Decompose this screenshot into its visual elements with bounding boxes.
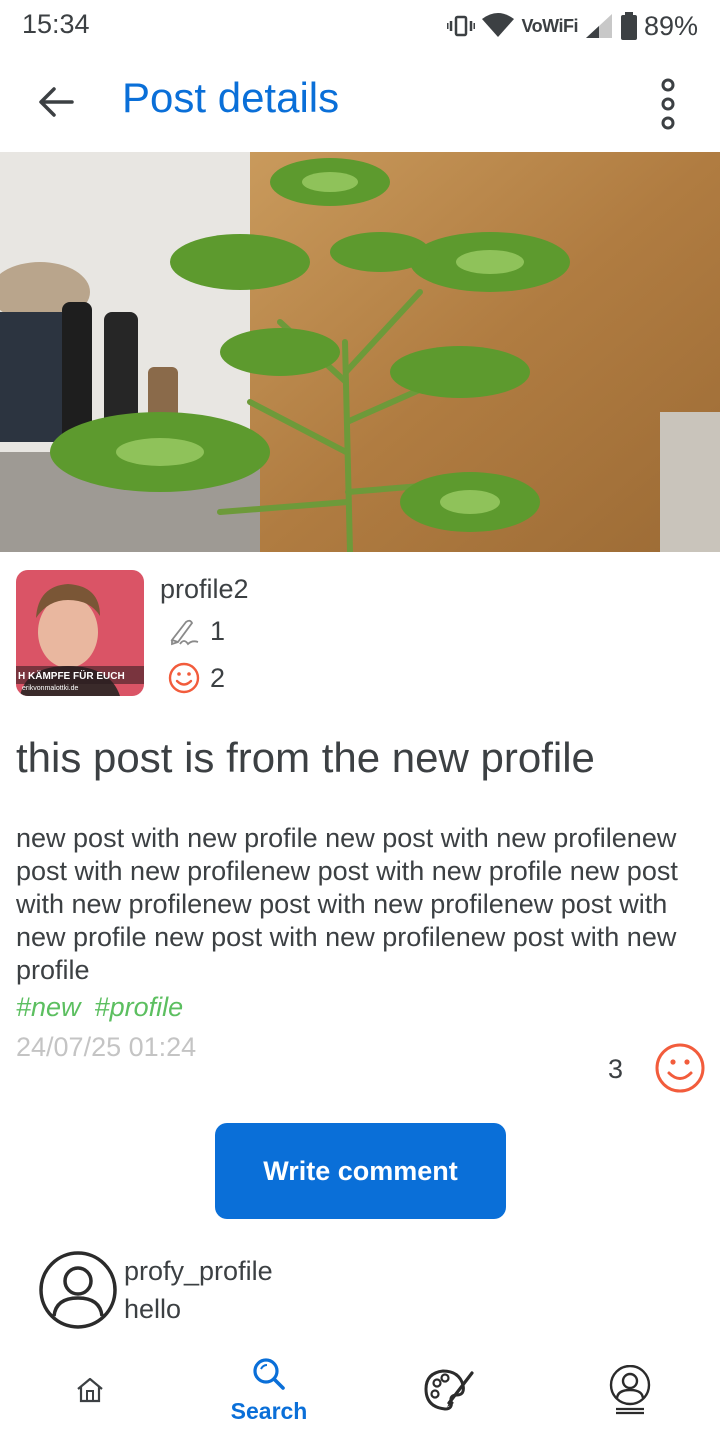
author-posts-stat: 1 (168, 616, 225, 647)
like-button[interactable] (654, 1042, 706, 1094)
status-icons: VoWiFi 89% (447, 9, 698, 43)
tag-profile[interactable]: #profile (95, 992, 184, 1023)
battery-icon (620, 12, 638, 40)
bottom-nav: Search (0, 1340, 720, 1440)
smiley-icon (168, 662, 200, 694)
nav-art[interactable] (389, 1340, 509, 1440)
page-title: Post details (122, 74, 340, 121)
profile-icon (609, 1365, 651, 1415)
search-icon (253, 1357, 285, 1390)
avatar-banner-text: H KÄMPFE FÜR EUCH (18, 669, 125, 682)
author-block: H KÄMPFE FÜR EUCH erikvonmalottki.de pro… (16, 570, 706, 700)
nav-search-label: Search (230, 1397, 308, 1424)
status-bar: 15:34 VoWiFi 89% (0, 0, 720, 52)
comment-author[interactable]: profy_profile (124, 1256, 273, 1287)
wifi-icon (481, 13, 515, 39)
tag-new[interactable]: #new (16, 992, 81, 1023)
commenter-avatar[interactable] (38, 1250, 118, 1330)
nav-profile[interactable] (570, 1340, 690, 1440)
back-button[interactable] (26, 72, 86, 132)
palette-icon (424, 1369, 474, 1411)
post-body: new post with new profile new post with … (16, 823, 678, 985)
write-comment-button[interactable]: Write comment (215, 1123, 506, 1219)
nav-search[interactable]: Search (209, 1340, 329, 1440)
smiley-icon (655, 1043, 705, 1093)
avatar-banner-url: erikvonmalottki.de (22, 685, 79, 692)
comment-text: hello (124, 1294, 182, 1324)
author-likes-stat: 2 (168, 662, 225, 694)
more-vertical-icon (661, 78, 675, 130)
status-time: 15:34 (22, 9, 90, 39)
post-tags: #new #profile (16, 992, 183, 1023)
author-name[interactable]: profile2 (160, 574, 249, 605)
more-menu-button[interactable] (648, 74, 688, 134)
arrow-left-icon (39, 87, 74, 117)
battery-percent: 89% (643, 10, 698, 41)
post-image[interactable] (0, 152, 720, 552)
post-date: 24/07/25 01:24 (16, 1032, 197, 1062)
author-avatar[interactable]: H KÄMPFE FÜR EUCH erikvonmalottki.de (16, 570, 144, 696)
person-icon (39, 1251, 117, 1329)
nav-home[interactable] (30, 1340, 150, 1440)
posts-count: 1 (210, 616, 226, 646)
network-label: VoWiFi (521, 15, 578, 36)
app-bar: Post details (0, 52, 720, 152)
like-count: 3 (608, 1054, 624, 1084)
home-icon (77, 1377, 103, 1403)
likes-count: 2 (210, 662, 226, 693)
signal-icon (584, 12, 614, 40)
comment-item: profy_profile hello (32, 1250, 692, 1330)
vibrate-icon (447, 14, 476, 38)
post-title: this post is from the new profile (16, 734, 595, 781)
signature-icon (170, 619, 199, 645)
